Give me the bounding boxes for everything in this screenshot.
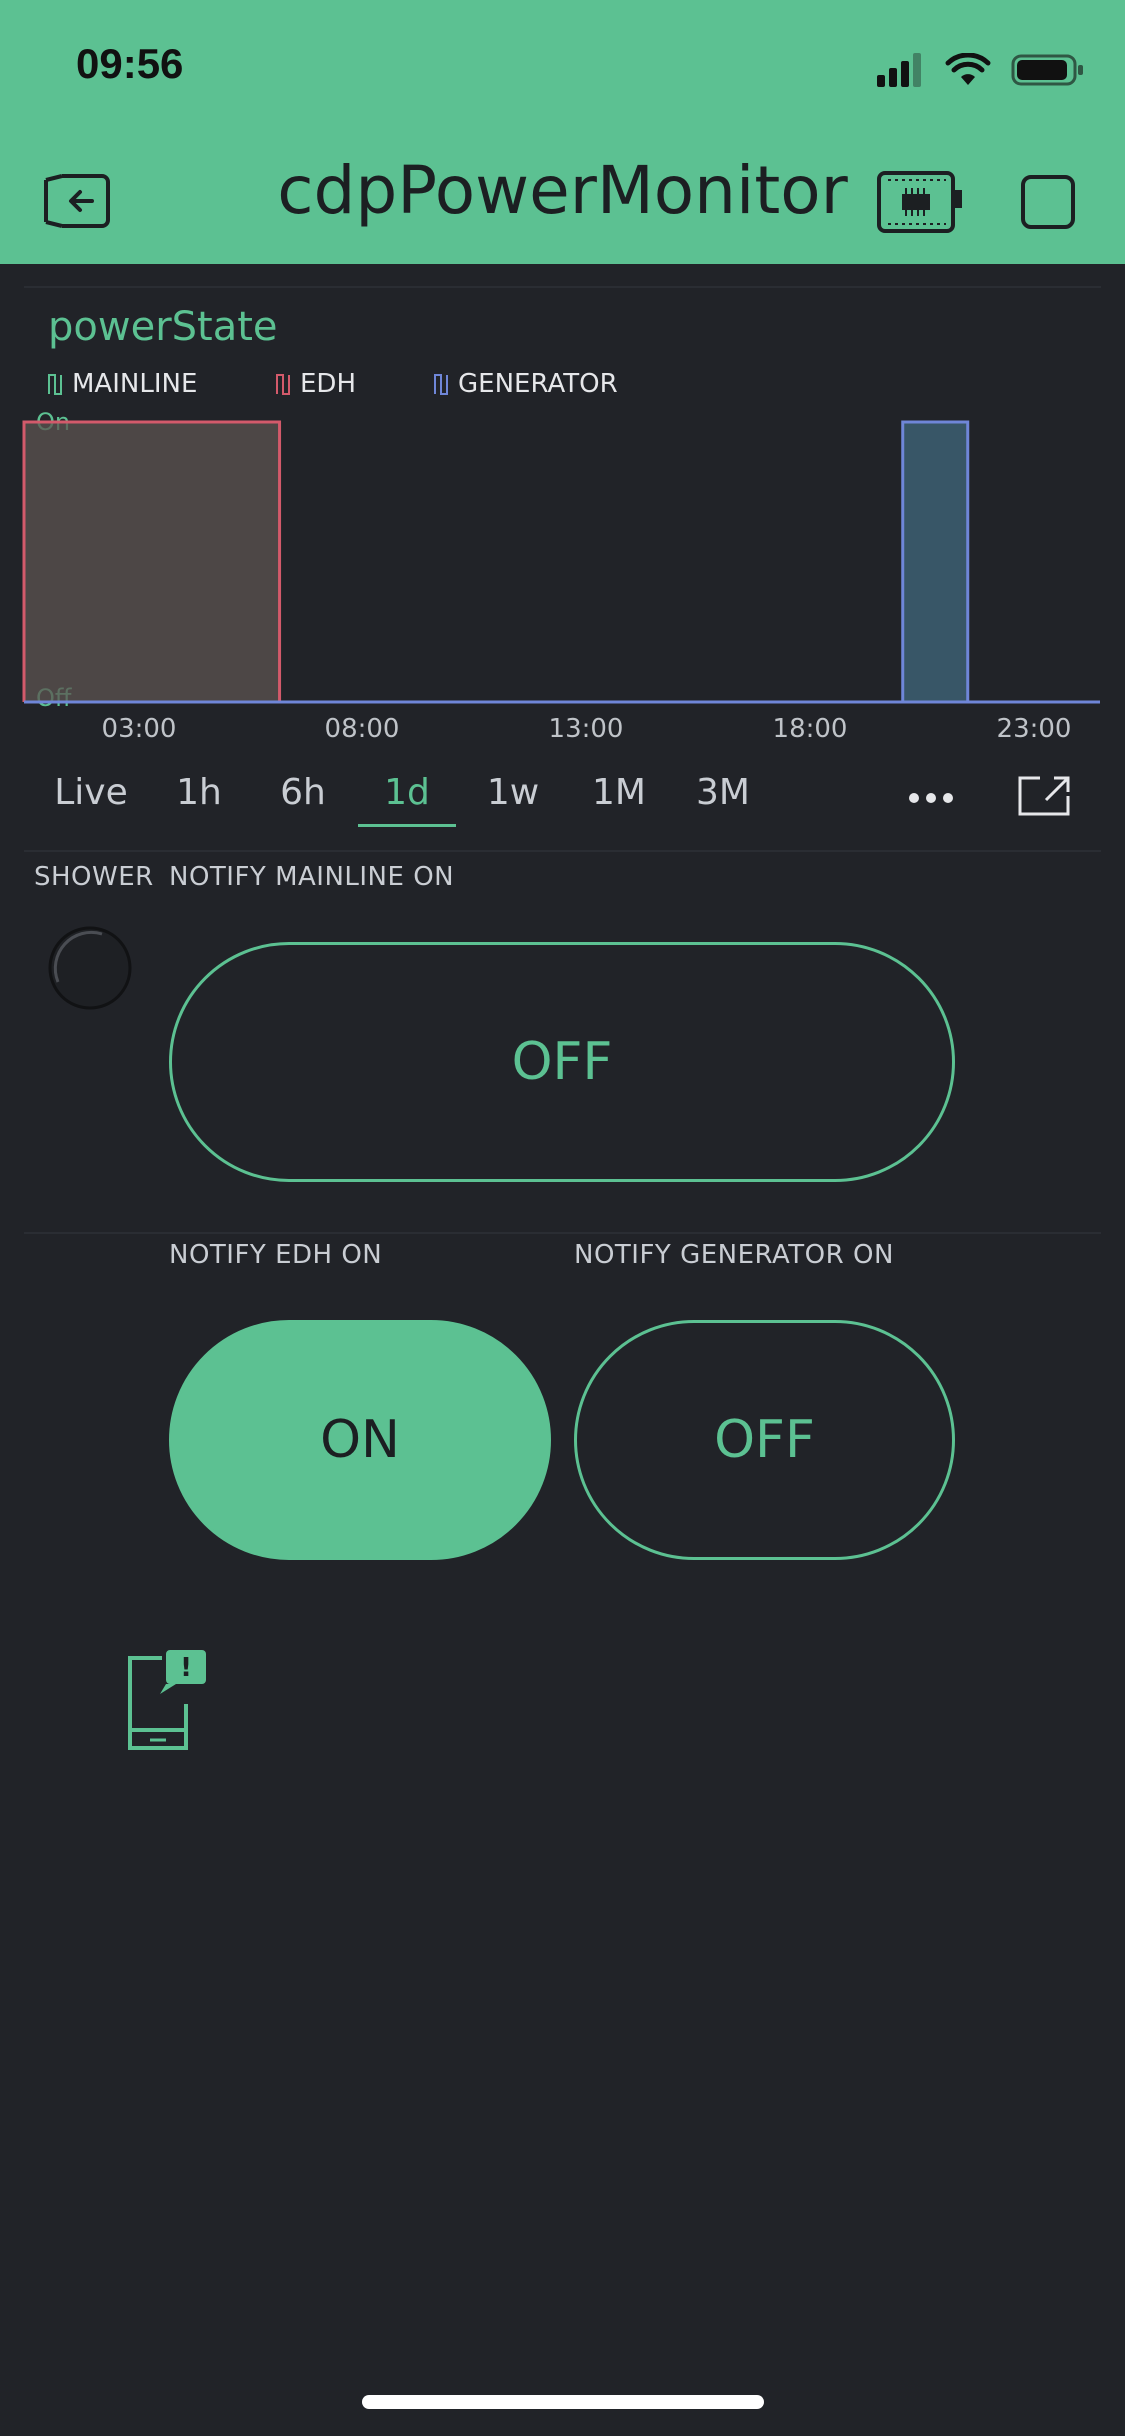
x-tick-label: 13:00 (548, 714, 624, 744)
divider (24, 1232, 1101, 1234)
legend-label-generator: GENERATOR (458, 369, 618, 399)
legend-item-edh[interactable]: EDH (276, 366, 356, 402)
x-tick-label: 18:00 (772, 714, 848, 744)
cellular-signal-icon (877, 53, 921, 87)
legend-marker-generator (434, 374, 448, 395)
notification-badge-text: ! (180, 1653, 192, 1683)
divider (24, 850, 1101, 852)
stop-square-icon[interactable] (1020, 174, 1076, 230)
chart-area-edh-0 (24, 422, 280, 702)
status-icons (875, 48, 1085, 92)
legend-item-mainline[interactable]: MAINLINE (48, 366, 197, 402)
legend-item-generator[interactable]: GENERATOR (434, 366, 618, 402)
legend-label-edh: EDH (300, 369, 356, 399)
x-tick-label: 03:00 (101, 714, 177, 744)
notify-generator-label: NOTIFY GENERATOR ON (574, 1240, 894, 1270)
divider (24, 286, 1101, 288)
tab-1w[interactable]: 1w (480, 772, 546, 813)
battery-icon (1011, 54, 1083, 86)
status-time: 09:56 (76, 40, 184, 87)
x-tick-label: 08:00 (324, 714, 400, 744)
home-indicator[interactable] (362, 2395, 764, 2409)
legend-label-mainline: MAINLINE (72, 369, 198, 399)
notify-edh-label: NOTIFY EDH ON (169, 1240, 383, 1270)
power-state-chart[interactable]: On Off (0, 400, 1125, 710)
notify-edh-toggle[interactable]: ON (169, 1320, 551, 1560)
device-board-icon[interactable] (876, 170, 964, 234)
shower-led-indicator (48, 926, 132, 1010)
x-tick-label: 23:00 (996, 714, 1072, 744)
notify-mainline-toggle[interactable]: OFF (169, 942, 955, 1182)
tab-1M[interactable]: 1M (586, 772, 652, 813)
tab-live[interactable]: Live (46, 772, 136, 813)
chart-area-generator-0 (902, 422, 968, 702)
chart-title: powerState (48, 304, 278, 350)
notify-generator-toggle[interactable]: OFF (574, 1320, 955, 1560)
notify-mainline-label: NOTIFY MAINLINE ON (169, 862, 455, 892)
fullscreen-expand-icon[interactable] (1016, 774, 1072, 818)
tab-1h[interactable]: 1h (168, 772, 230, 813)
more-options-icon[interactable] (906, 786, 956, 810)
active-tab-indicator (358, 824, 456, 827)
legend-marker-edh (276, 374, 290, 395)
time-range-tabs: Live 1h 6h 1d 1w 1M 3M (0, 772, 1125, 832)
wifi-icon (945, 53, 991, 85)
legend-marker-mainline (48, 374, 62, 395)
tab-3M[interactable]: 3M (690, 772, 756, 813)
shower-label: SHOWER (34, 862, 154, 892)
app-header: 09:56 cdpPowerMonitor (0, 0, 1125, 264)
tab-1d[interactable]: 1d (358, 772, 456, 813)
tab-6h[interactable]: 6h (272, 772, 334, 813)
push-notification-widget-icon[interactable]: ! (124, 1648, 208, 1754)
